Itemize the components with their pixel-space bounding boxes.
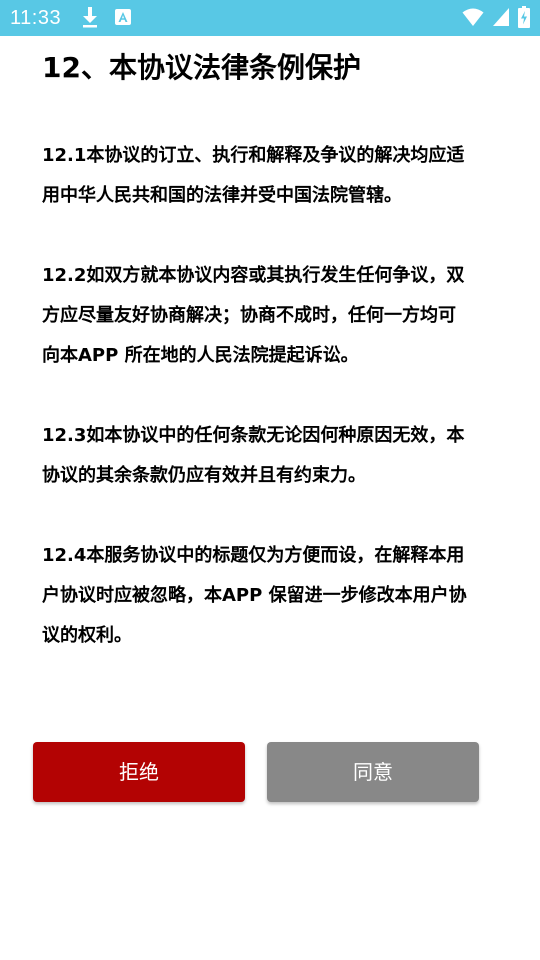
clause-12-4: 12.4本服务协议中的标题仅为方便而设，在解释本用 户协议时应被忽略，本APP … [42,536,502,656]
action-buttons: 拒绝 同意 [33,742,479,802]
clause-line: 户协议时应被忽略，本APP 保留进一步修改本用户协 [42,585,467,606]
clause-12-3: 12.3如本协议中的任何条款无论因何种原因无效，本 协议的其余条款仍应有效并且有… [42,416,502,496]
clause-line: 12.3如本协议中的任何条款无论因何种原因无效，本 [42,425,465,446]
status-left-icons [80,6,132,28]
clause-line: 用中华人民共和国的法律并受中国法院管辖。 [42,185,402,206]
agreement-content: 12、本协议法律条例保护 12.1本协议的订立、执行和解释及争议的解决均应适 用… [42,48,502,696]
clause-line: 12.2如双方就本协议内容或其执行发生任何争议，双 [42,265,465,286]
clause-line: 协议的其余条款仍应有效并且有约束力。 [42,465,366,486]
status-time: 11:33 [10,7,62,29]
clause-line: 向本APP 所在地的人民法院提起诉讼。 [42,345,359,366]
clause-line: 12.4本服务协议中的标题仅为方便而设，在解释本用 [42,545,465,566]
clause-line: 议的权利。 [42,625,132,646]
font-app-icon [114,8,132,26]
signal-icon [492,7,510,27]
clause-12-2: 12.2如双方就本协议内容或其执行发生任何争议，双 方应尽量友好协商解决；协商不… [42,256,502,376]
status-right-icons [462,6,530,28]
page-title: 12、本协议法律条例保护 [42,51,361,84]
clause-12-1: 12.1本协议的订立、执行和解释及争议的解决均应适 用中华人民共和国的法律并受中… [42,136,502,216]
reject-button[interactable]: 拒绝 [33,742,245,802]
agree-button[interactable]: 同意 [267,742,479,802]
status-bar: 11:33 [0,0,540,36]
clause-line: 方应尽量友好协商解决；协商不成时，任何一方均可 [42,305,456,326]
clause-line: 12.1本协议的订立、执行和解释及争议的解决均应适 [42,145,465,166]
download-icon [80,6,100,28]
wifi-icon [462,7,484,27]
battery-charging-icon [518,6,530,28]
